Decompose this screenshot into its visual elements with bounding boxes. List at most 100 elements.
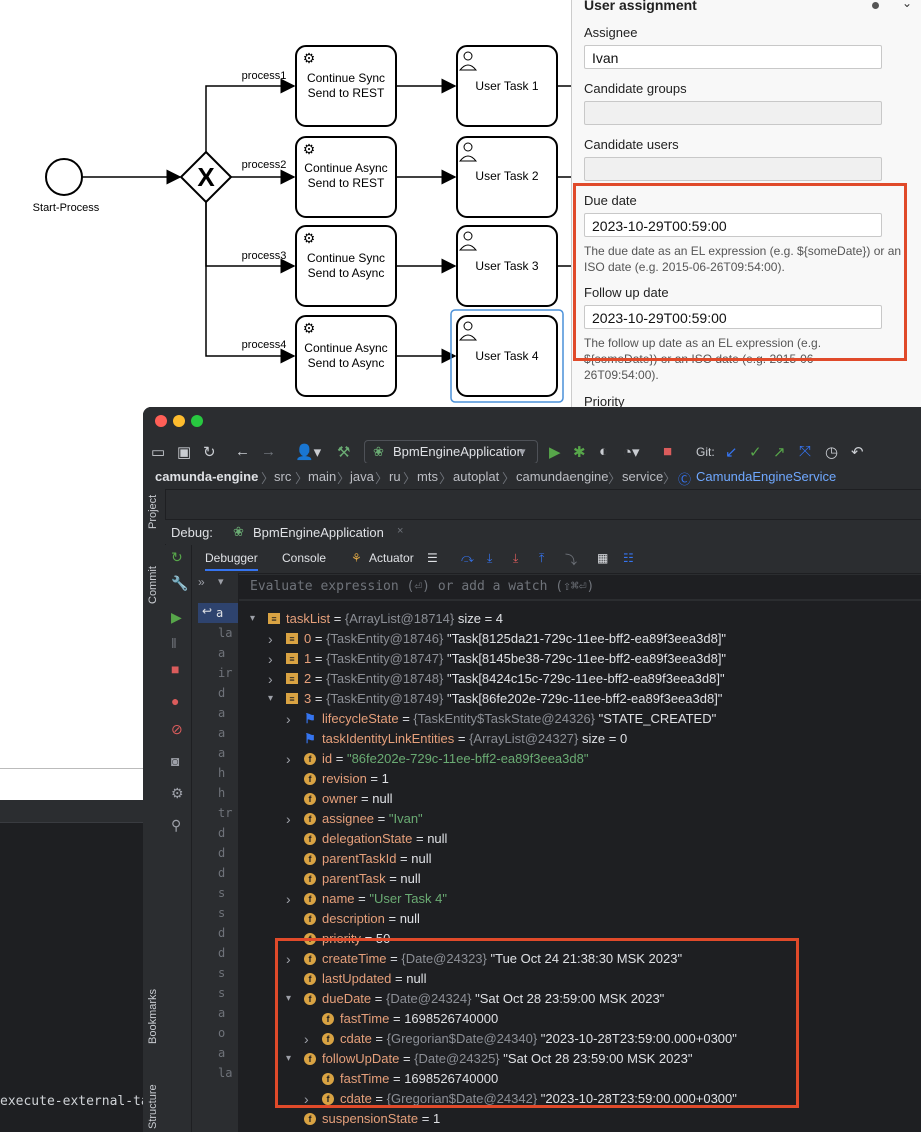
breadcrumb-item[interactable]: mts: [417, 469, 438, 484]
expand-icon[interactable]: »: [198, 575, 205, 589]
sequence-flow-1[interactable]: [205, 78, 296, 152]
variable-row[interactable]: f description = null: [238, 909, 921, 929]
frame-item[interactable]: s: [218, 966, 225, 980]
history-clock-icon[interactable]: ◷: [825, 443, 838, 461]
project-tool-label[interactable]: Project: [147, 495, 159, 529]
commit-tool-label[interactable]: Commit: [147, 566, 159, 604]
frame-item[interactable]: d: [218, 826, 225, 840]
chevron-right-icon[interactable]: ›: [268, 629, 273, 649]
variable-row[interactable]: f revision = 1: [238, 769, 921, 789]
frame-item[interactable]: a: [218, 1006, 225, 1020]
frame-item[interactable]: s: [218, 986, 225, 1000]
breadcrumb-item[interactable]: service: [622, 469, 663, 484]
variable-row[interactable]: f suspensionState = 1: [238, 1109, 921, 1129]
mute-breakpoints-icon[interactable]: ⊘: [171, 721, 183, 738]
chevron-right-icon[interactable]: ›: [286, 749, 291, 769]
tab-debugger[interactable]: Debugger: [205, 551, 258, 571]
assignee-input[interactable]: Ivan: [584, 45, 882, 69]
frame-item[interactable]: la: [218, 626, 232, 640]
frame-item[interactable]: a: [218, 746, 225, 760]
frame-item[interactable]: a: [216, 606, 223, 620]
user-task-4-selected[interactable]: User Task 4: [450, 309, 564, 403]
start-event[interactable]: [45, 158, 83, 196]
run-configuration-select[interactable]: ❀ BpmEngineApplication ▾: [364, 440, 538, 464]
frame-item[interactable]: d: [218, 946, 225, 960]
variable-row[interactable]: ▾ ≡ taskList = {ArrayList@18714} size = 4: [238, 609, 921, 629]
forward-arrow-icon[interactable]: →: [261, 443, 276, 460]
variable-row[interactable]: › f assignee = "Ivan": [238, 809, 921, 829]
variable-row[interactable]: ▾ ≡ 3 = {TaskEntity@18749} "Task[86fe202e-…: [238, 689, 921, 709]
frame-item[interactable]: a: [218, 706, 225, 720]
gear-icon[interactable]: ⚙: [171, 785, 184, 802]
frame-item[interactable]: a: [218, 646, 225, 660]
chevron-right-icon[interactable]: ›: [286, 889, 291, 909]
user-dropdown-icon[interactable]: 👤▾: [295, 443, 321, 461]
section-title[interactable]: User assignment: [584, 0, 697, 13]
debug-bug-icon[interactable]: ✱: [573, 443, 586, 461]
evaluate-expression-input[interactable]: Evaluate expression (⏎) or add a watch (…: [238, 575, 921, 599]
rerun-icon[interactable]: ↻: [171, 549, 183, 566]
candidate-groups-input[interactable]: [584, 101, 882, 125]
variable-row[interactable]: f delegationState = null: [238, 829, 921, 849]
frame-item[interactable]: d: [218, 926, 225, 940]
menu-icon[interactable]: ☰: [427, 551, 438, 565]
profile-icon[interactable]: ◔▾: [623, 443, 640, 461]
breadcrumb-item[interactable]: src: [274, 469, 291, 484]
step-over-icon[interactable]: ⤼: [461, 551, 474, 566]
wrench-icon[interactable]: 🔧: [171, 575, 188, 592]
run-to-cursor-icon[interactable]: ⤵: [565, 551, 577, 568]
variable-row[interactable]: f parentTaskId = null: [238, 849, 921, 869]
structure-tool-label[interactable]: Structure: [147, 1084, 159, 1129]
git-push-icon[interactable]: ↗: [773, 443, 786, 461]
rollback-icon[interactable]: ↶: [851, 443, 864, 461]
git-update-icon[interactable]: ↙: [725, 443, 738, 461]
evaluate-table-icon[interactable]: ▦: [597, 551, 608, 565]
frame-item[interactable]: ir: [218, 666, 232, 680]
open-folder-icon[interactable]: ▭: [151, 443, 165, 461]
chevron-down-icon[interactable]: ▾: [250, 609, 255, 629]
frame-item[interactable]: s: [218, 906, 225, 920]
frame-item[interactable]: o: [218, 1026, 225, 1040]
chevron-down-icon[interactable]: ⌄: [902, 0, 912, 10]
user-task-2[interactable]: User Task 2: [456, 136, 558, 218]
variable-row[interactable]: › ≡ 0 = {TaskEntity@18746} "Task[8125da21-…: [238, 629, 921, 649]
breadcrumb-item[interactable]: autoplat: [453, 469, 499, 484]
maximize-window-button[interactable]: [191, 415, 203, 427]
breadcrumb-item[interactable]: ru: [389, 469, 401, 484]
stop-icon[interactable]: ■: [171, 661, 179, 677]
breadcrumb-item[interactable]: camunda-engine: [155, 469, 258, 484]
tab-actuator[interactable]: Actuator: [369, 551, 414, 565]
step-into-icon[interactable]: ⤓: [487, 551, 492, 566]
frame-item[interactable]: tr: [218, 806, 232, 820]
git-merge-icon[interactable]: ⤧: [799, 443, 811, 460]
variable-row[interactable]: f parentTask = null: [238, 869, 921, 889]
candidate-users-input[interactable]: [584, 157, 882, 181]
frame-item[interactable]: h: [218, 786, 225, 800]
frame-item[interactable]: a: [218, 1046, 225, 1060]
service-task-2[interactable]: ⚙ Continue Async Send to REST: [295, 136, 397, 218]
save-icon[interactable]: ▣: [177, 443, 191, 461]
breadcrumb-item[interactable]: main: [308, 469, 336, 484]
frame-item[interactable]: d: [218, 846, 225, 860]
breadcrumb-item[interactable]: java: [350, 469, 374, 484]
close-window-button[interactable]: [155, 415, 167, 427]
user-task-3[interactable]: User Task 3: [456, 225, 558, 307]
view-breakpoints-icon[interactable]: ●: [171, 693, 179, 709]
chevron-right-icon[interactable]: ›: [268, 669, 273, 689]
chevron-down-icon[interactable]: ▾: [268, 689, 273, 709]
chevron-right-icon[interactable]: ›: [286, 809, 291, 829]
service-task-1[interactable]: ⚙ Continue Sync Send to REST: [295, 45, 397, 127]
chevron-right-icon[interactable]: ›: [268, 649, 273, 669]
frame-item[interactable]: la: [218, 1066, 232, 1080]
frame-item[interactable]: s: [218, 886, 225, 900]
tab-console[interactable]: Console: [282, 551, 326, 565]
frame-item[interactable]: a: [218, 726, 225, 740]
variable-row[interactable]: › ≡ 2 = {TaskEntity@18748} "Task[8424c15c-…: [238, 669, 921, 689]
git-commit-icon[interactable]: ✓: [749, 443, 762, 461]
minimize-window-button[interactable]: [173, 415, 185, 427]
coverage-icon[interactable]: ◐: [599, 443, 608, 460]
variable-row[interactable]: › ≡ 1 = {TaskEntity@18747} "Task[8145be38-…: [238, 649, 921, 669]
frame-item[interactable]: d: [218, 686, 225, 700]
resume-icon[interactable]: ▶: [171, 609, 182, 626]
frame-item[interactable]: h: [218, 766, 225, 780]
